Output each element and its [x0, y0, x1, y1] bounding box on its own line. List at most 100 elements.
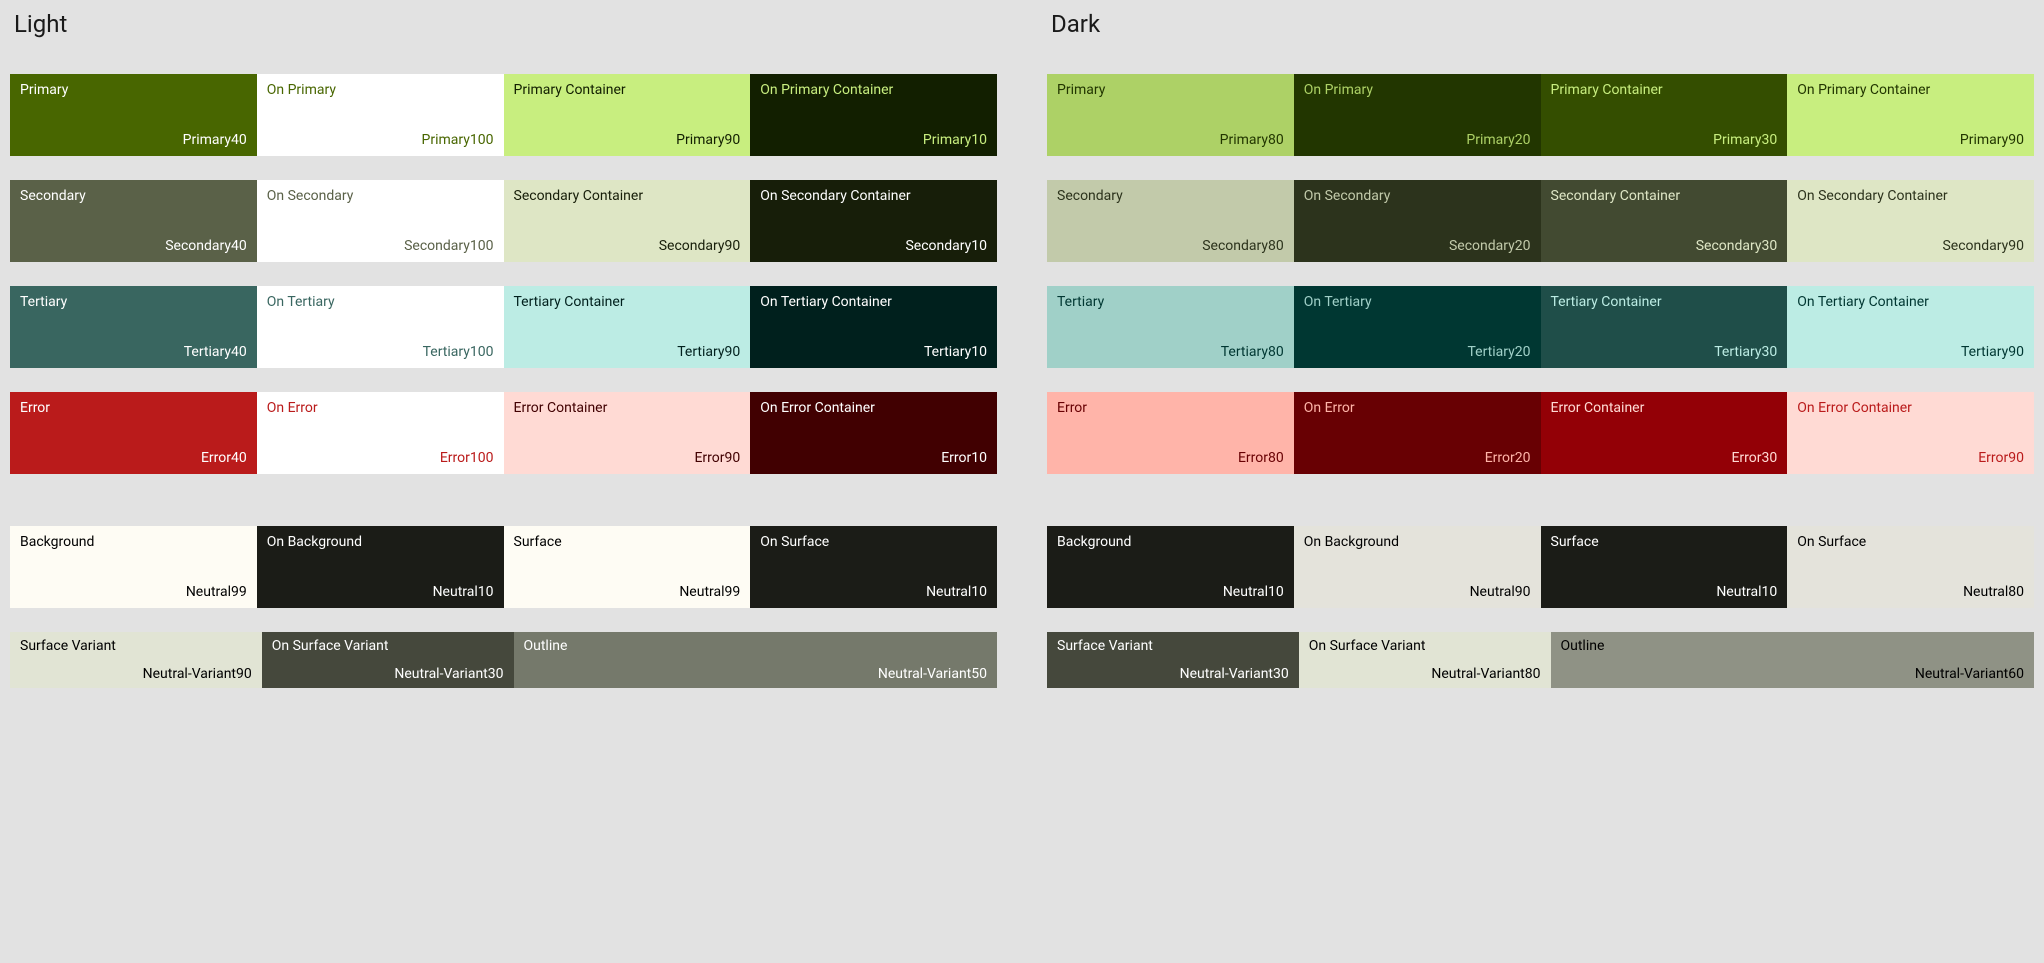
swatch-surface: Surface Neutral10 [1541, 526, 1788, 608]
error-row: Error Error80 On Error Error20 Error Conta… [1047, 392, 2034, 474]
tertiary-row: TertiaryTertiary80 On TertiaryTertiary20… [1047, 286, 2034, 368]
swatch-tertiary: Tertiary Tertiary80 [1047, 286, 1294, 368]
color-scheme-container: Light PrimaryPrimary40 On PrimaryPrimary… [10, 10, 2034, 712]
swatch-surface-variant: Surface VariantNeutral-Variant30 [1047, 632, 1299, 688]
swatch-role: Error [1057, 400, 1284, 416]
swatch-token: Tertiary10 [760, 344, 987, 360]
primary-row: Primary Primary40 On Primary Primary100 Pr… [10, 74, 997, 156]
swatch-token: Primary90 [514, 132, 741, 148]
swatch-role: On Error Container [760, 400, 987, 416]
swatch-error-container: Error Container Error30 [1541, 392, 1788, 474]
swatch-token: Tertiary80 [1057, 344, 1284, 360]
swatch-role: Tertiary [1057, 294, 1284, 310]
swatch-token: Error90 [1797, 450, 2024, 466]
swatch-primary: Primary Primary40 [10, 74, 257, 156]
swatch-role: On Primary Container [1797, 82, 2024, 98]
swatch-role: On Background [267, 534, 494, 550]
swatch-role: On Primary [1304, 82, 1531, 98]
swatch-role: Primary Container [1551, 82, 1778, 98]
swatch-token: Neutral-Variant80 [1309, 666, 1541, 682]
swatch-role: Primary [20, 82, 247, 98]
swatch-token: Neutral90 [1304, 584, 1531, 600]
swatch-on-secondary: On Secondary Secondary100 [257, 180, 504, 262]
swatch-token: Tertiary100 [267, 344, 494, 360]
swatch-token: Primary80 [1057, 132, 1284, 148]
swatch-on-surface-variant: On Surface Variant Neutral-Variant80 [1299, 632, 1551, 688]
swatch-token: Primary90 [1797, 132, 2024, 148]
swatch-token: Tertiary40 [20, 344, 247, 360]
light-scheme: Light PrimaryPrimary40 On PrimaryPrimary… [10, 10, 997, 712]
swatch-role: On Tertiary Container [1797, 294, 2024, 310]
swatch-surface: SurfaceNeutral99 [504, 526, 751, 608]
swatch-token: Primary100 [267, 132, 494, 148]
swatch-role: Secondary Container [514, 188, 741, 204]
swatch-secondary: SecondarySecondary40 [10, 180, 257, 262]
swatch-token: Secondary20 [1304, 238, 1531, 254]
swatch-tertiary-container: Tertiary Container Tertiary30 [1541, 286, 1788, 368]
swatch-role: On Error [1304, 400, 1531, 416]
swatch-on-primary-container: On Primary Container Primary90 [1787, 74, 2034, 156]
swatch-token: Neutral-Variant90 [20, 666, 252, 682]
swatch-role: Primary [1057, 82, 1284, 98]
swatch-role: On Surface Variant [1309, 638, 1541, 654]
swatch-token: Secondary90 [1797, 238, 2024, 254]
swatch-token: Primary40 [20, 132, 247, 148]
swatch-on-error-container: On Error ContainerError90 [1787, 392, 2034, 474]
swatch-role: Background [1057, 534, 1284, 550]
swatch-role: On Surface Variant [272, 638, 504, 654]
swatch-on-surface: On SurfaceNeutral10 [750, 526, 997, 608]
swatch-on-tertiary-container: On Tertiary ContainerTertiary90 [1787, 286, 2034, 368]
swatch-on-background: On BackgroundNeutral10 [257, 526, 504, 608]
swatch-role: Secondary [20, 188, 247, 204]
swatch-role: On Surface [1797, 534, 2024, 550]
swatch-token: Neutral-Variant30 [272, 666, 504, 682]
swatch-role: On Primary [267, 82, 494, 98]
swatch-on-primary: On Primary Primary100 [257, 74, 504, 156]
swatch-role: Secondary Container [1551, 188, 1778, 204]
secondary-row: SecondarySecondary40 On Secondary Seconda… [10, 180, 997, 262]
swatch-token: Primary20 [1304, 132, 1531, 148]
surface-row: Background Neutral10 On BackgroundNeutral… [1047, 526, 2034, 608]
swatch-token: Secondary10 [760, 238, 987, 254]
swatch-role: On Secondary Container [1797, 188, 2024, 204]
swatch-on-secondary-container: On Secondary ContainerSecondary10 [750, 180, 997, 262]
swatch-token: Secondary30 [1551, 238, 1778, 254]
swatch-token: Primary30 [1551, 132, 1778, 148]
swatch-token: Secondary100 [267, 238, 494, 254]
outline-row: Surface VariantNeutral-Variant30 On Surf… [1047, 632, 2034, 688]
swatch-on-surface-variant: On Surface Variant Neutral-Variant30 [262, 632, 514, 688]
swatch-role: Tertiary Container [1551, 294, 1778, 310]
swatch-token: Error10 [760, 450, 987, 466]
swatch-token: Error30 [1551, 450, 1778, 466]
swatch-token: Tertiary30 [1551, 344, 1778, 360]
swatch-secondary-container: Secondary ContainerSecondary90 [504, 180, 751, 262]
swatch-token: Neutral10 [1551, 584, 1778, 600]
swatch-secondary-container: Secondary Container Secondary30 [1541, 180, 1788, 262]
swatch-role: On Tertiary [267, 294, 494, 310]
swatch-role: Tertiary Container [514, 294, 741, 310]
swatch-role: Outline [1561, 638, 2025, 654]
swatch-token: Error80 [1057, 450, 1284, 466]
swatch-token: Neutral10 [760, 584, 987, 600]
swatch-background: BackgroundNeutral99 [10, 526, 257, 608]
swatch-token: Neutral10 [1057, 584, 1284, 600]
error-row: ErrorError40 On ErrorError100 Error Cont… [10, 392, 997, 474]
swatch-role: On Secondary [267, 188, 494, 204]
swatch-on-background: On BackgroundNeutral90 [1294, 526, 1541, 608]
surface-row: BackgroundNeutral99 On BackgroundNeutral… [10, 526, 997, 608]
swatch-role: Surface Variant [20, 638, 252, 654]
swatch-primary-container: Primary ContainerPrimary90 [504, 74, 751, 156]
swatch-token: Secondary80 [1057, 238, 1284, 254]
swatch-tertiary: TertiaryTertiary40 [10, 286, 257, 368]
swatch-role: Error Container [1551, 400, 1778, 416]
swatch-token: Tertiary90 [514, 344, 741, 360]
swatch-error-container: Error ContainerError90 [504, 392, 751, 474]
swatch-token: Error20 [1304, 450, 1531, 466]
tertiary-row: TertiaryTertiary40 On Tertiary Tertiary10… [10, 286, 997, 368]
swatch-token: Error100 [267, 450, 494, 466]
swatch-role: Surface [1551, 534, 1778, 550]
swatch-on-secondary-container: On Secondary Container Secondary90 [1787, 180, 2034, 262]
swatch-primary-container: Primary Container Primary30 [1541, 74, 1788, 156]
outline-row: Surface Variant Neutral-Variant90 On Surf… [10, 632, 997, 688]
swatch-token: Neutral-Variant60 [1561, 666, 2025, 682]
